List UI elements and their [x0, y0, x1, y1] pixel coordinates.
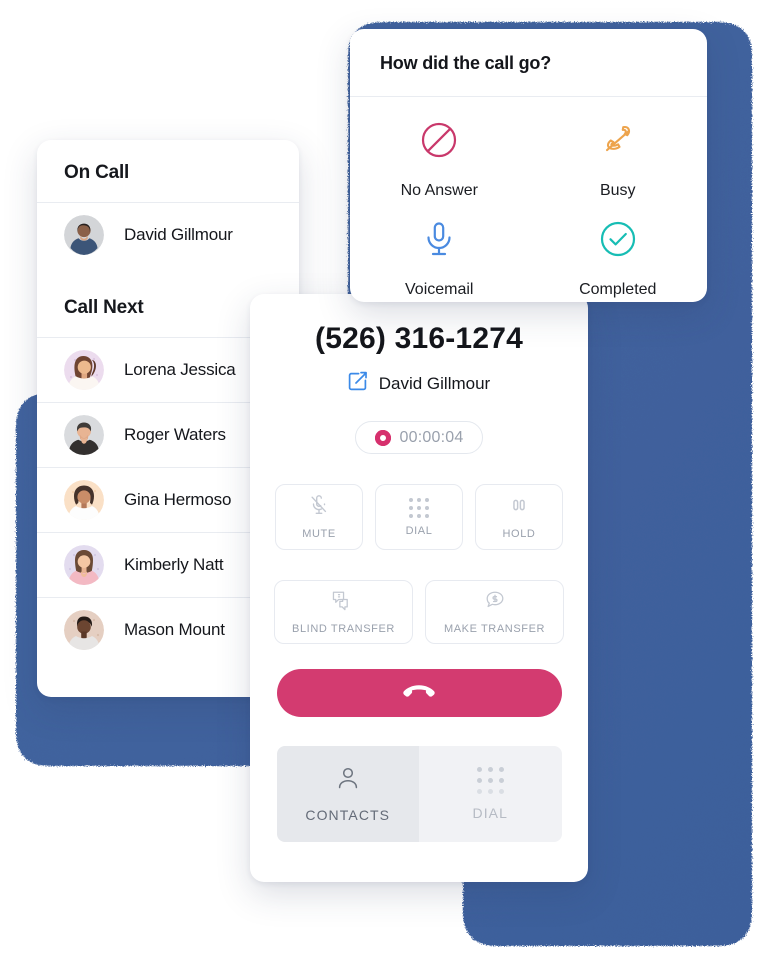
- pause-icon: [508, 494, 530, 521]
- outcome-no-answer-label: No Answer: [400, 182, 478, 199]
- contact-name: Gina Hermoso: [124, 490, 232, 509]
- two-chat-bubbles-icon: [331, 589, 357, 616]
- phone-number: (526) 316-1274: [315, 322, 523, 355]
- outcome-voicemail[interactable]: Voicemail: [350, 218, 529, 302]
- avatar-mason: [64, 610, 104, 650]
- make-transfer-button[interactable]: MAKE TRANSFER: [425, 580, 564, 644]
- avatar-david: [64, 215, 104, 255]
- keypad-icon: [409, 497, 429, 518]
- phone-off-icon: [597, 119, 639, 166]
- contact-name: Kimberly Natt: [124, 555, 224, 574]
- hold-button[interactable]: HOLD: [475, 484, 563, 550]
- on-call-heading: On Call: [64, 162, 130, 183]
- outcome-options-grid: No Answer Busy Voicemail Completed: [350, 97, 707, 302]
- record-dot-icon: [374, 429, 391, 446]
- call-timer: 00:00:04: [355, 421, 483, 454]
- make-transfer-label: MAKE TRANSFER: [443, 623, 546, 635]
- dialer-panel: (526) 316-1274 David Gillmour 00:00:04 M…: [250, 294, 588, 882]
- outcome-no-answer[interactable]: No Answer: [350, 119, 529, 218]
- mute-label: MUTE: [302, 528, 336, 540]
- mic-off-icon: [308, 494, 330, 521]
- call-outcome-modal: How did the call go? No Answer Busy Voic…: [350, 29, 707, 302]
- tab-contacts[interactable]: CONTACTS: [276, 746, 419, 842]
- dial-label: DIAL: [405, 524, 433, 537]
- modal-title: How did the call go?: [380, 53, 551, 73]
- mute-button[interactable]: MUTE: [275, 484, 363, 550]
- no-entry-icon: [418, 119, 460, 166]
- keypad-icon: [476, 767, 504, 794]
- hangup-phone-icon: [402, 683, 436, 704]
- callee-name: David Gillmour: [378, 373, 491, 393]
- contact-name: Roger Waters: [124, 425, 226, 444]
- avatar-lorena: [64, 350, 104, 390]
- transfer-controls-row: BLIND TRANSFER MAKE TRANSFER: [250, 580, 588, 644]
- person-icon: [335, 765, 361, 796]
- tab-contacts-label: CONTACTS: [305, 807, 391, 823]
- outcome-voicemail-label: Voicemail: [405, 281, 474, 298]
- outcome-completed-label: Completed: [579, 281, 657, 298]
- bottom-tabbar: CONTACTS DIAL: [276, 746, 562, 842]
- call-controls-row: MUTE DIAL HOLD: [250, 484, 588, 550]
- chat-bubble-icon: [483, 589, 507, 616]
- list-item[interactable]: David Gillmour: [37, 203, 299, 267]
- hangup-button[interactable]: [276, 669, 562, 717]
- dial-button[interactable]: DIAL: [375, 484, 463, 550]
- external-link-icon[interactable]: [348, 371, 368, 396]
- contact-name: Mason Mount: [124, 620, 225, 639]
- blind-transfer-label: BLIND TRANSFER: [292, 623, 395, 635]
- tab-dial-label: DIAL: [472, 805, 509, 821]
- contact-name: Lorena Jessica: [124, 360, 236, 379]
- blind-transfer-button[interactable]: BLIND TRANSFER: [274, 580, 413, 644]
- hold-label: HOLD: [502, 528, 536, 540]
- callee-row: David Gillmour: [250, 371, 588, 396]
- outcome-completed[interactable]: Completed: [529, 218, 708, 302]
- avatar-kimberly: [64, 545, 104, 585]
- outcome-busy-label: Busy: [599, 182, 636, 199]
- check-circle-icon: [597, 218, 639, 265]
- microphone-icon: [418, 218, 460, 265]
- contact-name: David Gillmour: [124, 225, 233, 244]
- avatar-roger: [64, 415, 104, 455]
- screenshot-stage: On Call David Gillmour Call Next Lorena …: [0, 0, 769, 957]
- outcome-busy[interactable]: Busy: [529, 119, 708, 218]
- timer-text: 00:00:04: [399, 428, 464, 446]
- tab-dial[interactable]: DIAL: [419, 746, 562, 842]
- avatar-gina: [64, 480, 104, 520]
